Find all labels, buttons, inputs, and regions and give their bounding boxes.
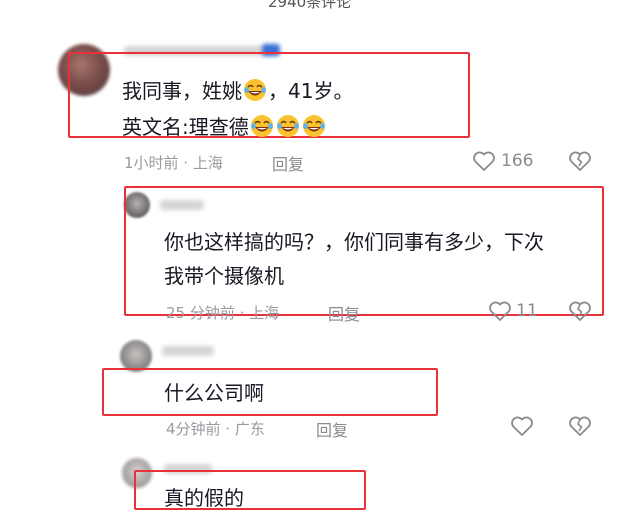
highlight-box xyxy=(102,368,438,416)
laughing-tears-emoji-icon xyxy=(276,115,299,137)
reply-button[interactable]: 回复 xyxy=(316,417,348,441)
reply-text-line2: 我带个摄像机 xyxy=(164,264,284,288)
like-count: 11 xyxy=(516,301,538,321)
reply-text: 真的假的 xyxy=(164,486,244,510)
laughing-tears-emoji-icon xyxy=(244,79,266,101)
reply-button[interactable]: 回复 xyxy=(328,301,360,325)
reply-text: 什么公司啊 xyxy=(164,381,264,405)
comment-count-header: 2940条评论 xyxy=(268,0,352,9)
laughing-tears-emoji-icon xyxy=(250,115,273,137)
username-blurred[interactable] xyxy=(162,346,214,356)
comment-meta: 1小时前 · 上海 xyxy=(124,154,223,172)
comment-text-line2: 英文名:理查德 xyxy=(122,113,327,141)
reply-meta: 25 分钟前 · 上海 xyxy=(166,304,280,322)
like-heart-icon[interactable] xyxy=(488,300,512,322)
dislike-broken-heart-icon[interactable] xyxy=(568,300,592,322)
like-heart-icon[interactable] xyxy=(472,150,496,172)
like-count: 166 xyxy=(501,151,534,171)
reply-button[interactable]: 回复 xyxy=(272,151,304,175)
laughing-tears-emoji-icon xyxy=(302,115,325,137)
like-heart-icon[interactable] xyxy=(510,415,534,437)
reply-meta: 4分钟前 · 广东 xyxy=(166,420,265,438)
comment-text-line1: 我同事，姓姚 ，41岁。 xyxy=(122,79,354,103)
dislike-broken-heart-icon[interactable] xyxy=(568,415,592,437)
reply-text-line1: 你也这样搞的吗？，你们同事有多少，下次 xyxy=(164,230,544,254)
dislike-broken-heart-icon[interactable] xyxy=(568,150,592,172)
